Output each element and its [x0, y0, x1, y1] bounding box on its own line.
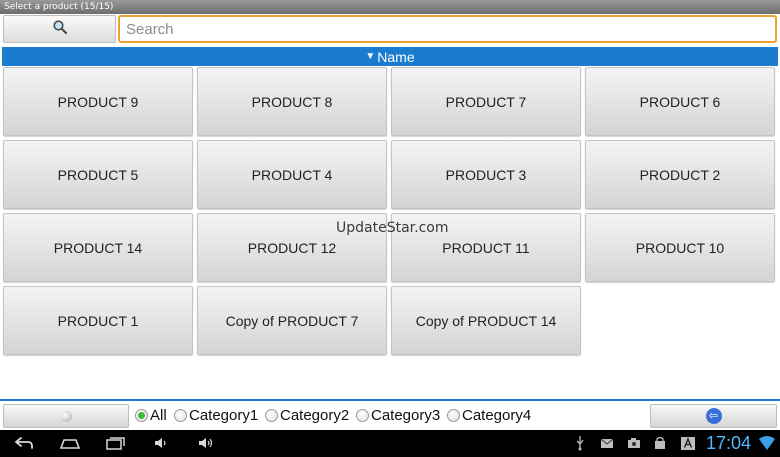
back-arrow-icon: ⇦ — [705, 408, 722, 424]
radio-selected-icon — [135, 409, 148, 422]
volume-down-icon[interactable] — [153, 435, 169, 451]
bag-icon — [652, 435, 668, 451]
product-tile[interactable]: PRODUCT 4 — [197, 140, 387, 209]
filter-radio-category3[interactable]: Category3 — [356, 407, 440, 424]
title-bar: Select a product (15/15) — [0, 0, 780, 14]
search-row — [0, 14, 780, 46]
product-tile[interactable]: PRODUCT 1 — [3, 286, 193, 355]
filter-label: Category4 — [462, 407, 532, 424]
product-tile[interactable]: PRODUCT 8 — [197, 67, 387, 136]
filter-bar: All Category1 Category2 Category3 Catego… — [0, 399, 780, 430]
product-tile[interactable]: PRODUCT 10 — [585, 213, 775, 282]
sort-header-name[interactable]: ▼ Name — [2, 47, 778, 66]
product-tile[interactable]: PRODUCT 2 — [585, 140, 775, 209]
product-tile[interactable]: PRODUCT 5 — [3, 140, 193, 209]
filter-radio-all[interactable]: All — [135, 407, 167, 424]
window-title: Select a product (15/15) — [4, 2, 114, 12]
search-input[interactable] — [118, 15, 777, 43]
product-tile[interactable]: PRODUCT 6 — [585, 67, 775, 136]
nav-home-icon[interactable] — [58, 435, 82, 451]
filter-radio-category1[interactable]: Category1 — [174, 407, 258, 424]
clock: 17:04 — [706, 433, 752, 453]
radio-unselected-icon — [447, 409, 460, 422]
sort-desc-icon: ▼ — [365, 51, 376, 62]
radio-unselected-icon — [356, 409, 369, 422]
filter-radio-category4[interactable]: Category4 — [447, 407, 531, 424]
nav-recents-icon[interactable] — [104, 435, 128, 451]
font-icon — [680, 435, 696, 451]
options-button[interactable] — [3, 404, 129, 428]
watermark: UpdateStar.com — [336, 220, 449, 236]
search-icon — [52, 19, 68, 39]
filter-radio-category2[interactable]: Category2 — [265, 407, 349, 424]
filter-label: Category1 — [189, 407, 259, 424]
radio-unselected-icon — [265, 409, 278, 422]
product-tile[interactable]: Copy of PRODUCT 14 — [391, 286, 581, 355]
dot-icon — [60, 410, 72, 422]
product-tile[interactable]: Copy of PRODUCT 7 — [197, 286, 387, 355]
usb-icon — [574, 435, 586, 451]
search-button[interactable] — [3, 15, 116, 43]
filter-label: Category3 — [371, 407, 441, 424]
filter-label: All — [150, 407, 167, 424]
volume-up-icon[interactable] — [197, 435, 215, 451]
radio-unselected-icon — [174, 409, 187, 422]
product-tile[interactable]: PRODUCT 3 — [391, 140, 581, 209]
wifi-icon — [758, 435, 776, 451]
sort-header-label: Name — [377, 48, 415, 65]
product-tile[interactable]: PRODUCT 7 — [391, 67, 581, 136]
product-tile[interactable]: PRODUCT 14 — [3, 213, 193, 282]
camera-icon — [626, 435, 642, 451]
back-button[interactable]: ⇦ — [650, 404, 777, 428]
system-nav-bar: 17:04 — [0, 430, 780, 457]
product-tile[interactable]: PRODUCT 9 — [3, 67, 193, 136]
nav-back-icon[interactable] — [12, 435, 36, 451]
mail-icon — [599, 435, 615, 451]
filter-label: Category2 — [280, 407, 350, 424]
